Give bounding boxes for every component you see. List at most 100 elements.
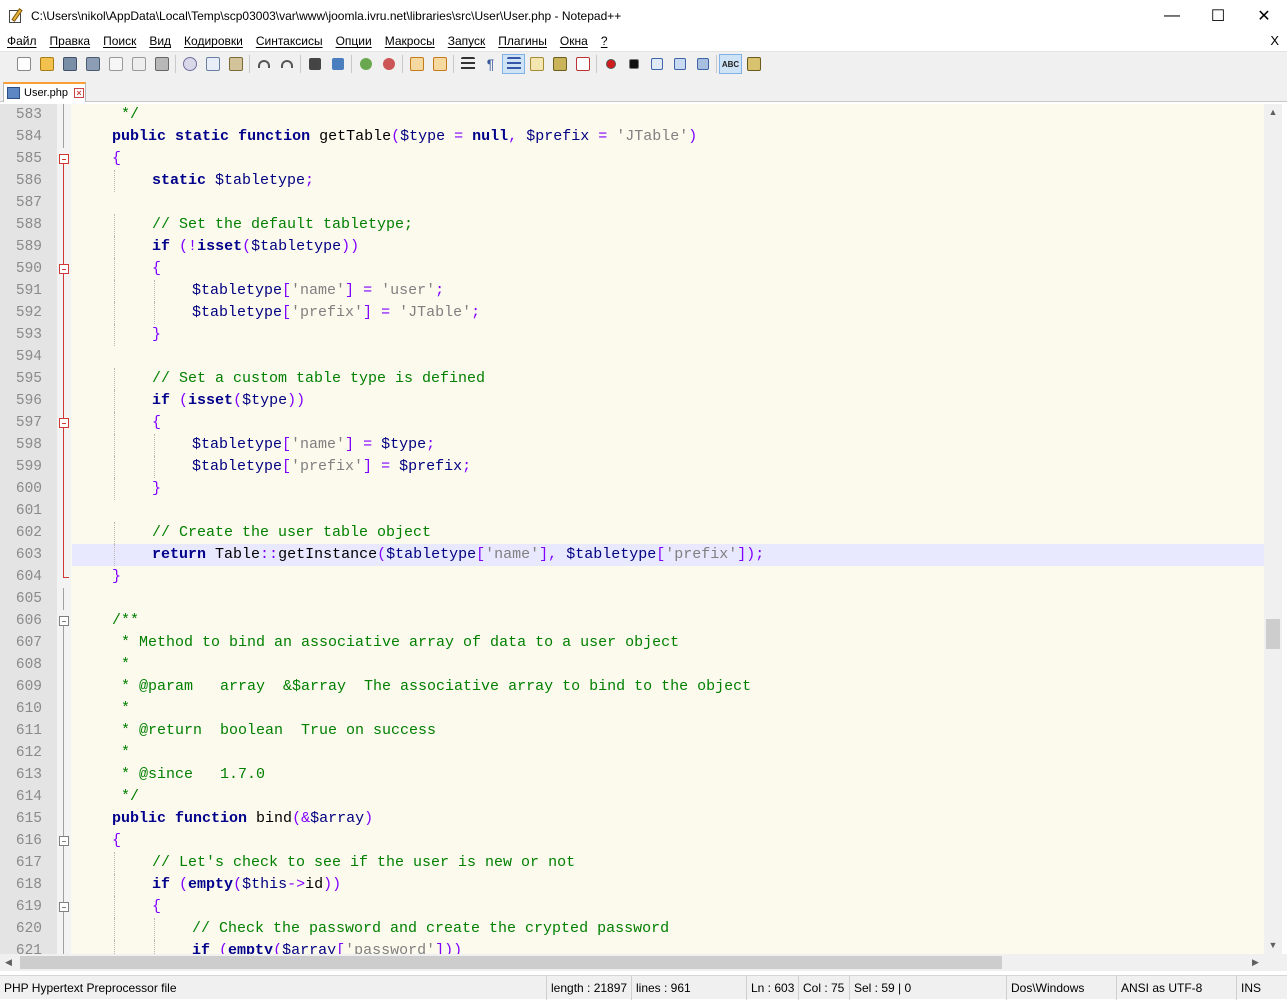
tab-close-icon[interactable]: × <box>74 88 85 98</box>
find-icon[interactable] <box>303 54 326 74</box>
save-macro-icon[interactable] <box>691 54 714 74</box>
menu-help[interactable]: ? <box>594 34 614 48</box>
code-line[interactable]: 592 $tabletype['prefix'] = 'JTable'; <box>0 302 1264 324</box>
menu-language[interactable]: Синтаксисы <box>249 34 329 48</box>
run-macro-multiple-icon[interactable] <box>668 54 691 74</box>
minimize-button[interactable]: — <box>1149 0 1195 31</box>
new-file-icon[interactable] <box>12 54 35 74</box>
redo-icon[interactable] <box>275 54 298 74</box>
code-line[interactable]: 597 { <box>0 412 1264 434</box>
sync-horizontal-icon[interactable] <box>428 54 451 74</box>
code-line[interactable]: 602 // Create the user table object <box>0 522 1264 544</box>
close-button[interactable]: ✕ <box>1241 0 1287 31</box>
code-line[interactable]: 595 // Set a custom table type is defined <box>0 368 1264 390</box>
code-line[interactable]: 599 $tabletype['prefix'] = $prefix; <box>0 456 1264 478</box>
close-document-button[interactable]: X <box>1270 33 1279 48</box>
stop-macro-icon[interactable] <box>622 54 645 74</box>
fold-toggle-icon[interactable] <box>58 610 70 632</box>
vertical-scroll-thumb[interactable] <box>1266 619 1280 649</box>
doc-map-icon[interactable] <box>525 54 548 74</box>
word-wrap-icon[interactable] <box>456 54 479 74</box>
code-line[interactable]: 613 * @since 1.7.0 <box>0 764 1264 786</box>
code-line[interactable]: 600} <box>0 478 1264 500</box>
scroll-down-icon[interactable]: ▼ <box>1264 937 1282 954</box>
folder-workspace-icon[interactable] <box>571 54 594 74</box>
code-line[interactable]: 588 // Set the default tabletype; <box>0 214 1264 236</box>
code-line[interactable]: 604} <box>0 566 1264 588</box>
fold-toggle-icon[interactable] <box>58 412 70 434</box>
status-eol[interactable]: Dos\Windows <box>1006 976 1116 1000</box>
code-line[interactable]: 617 // Let's check to see if the user is … <box>0 852 1264 874</box>
tab-user-php[interactable]: User.php × <box>3 82 86 102</box>
code-line[interactable]: 583 */ <box>0 104 1264 126</box>
save-all-icon[interactable] <box>81 54 104 74</box>
close-all-icon[interactable] <box>127 54 150 74</box>
code-line[interactable]: 615 public function bind(&$array) <box>0 808 1264 830</box>
code-line[interactable]: 591 $tabletype['name'] = 'user'; <box>0 280 1264 302</box>
code-line[interactable]: 616 { <box>0 830 1264 852</box>
replace-icon[interactable] <box>326 54 349 74</box>
close-icon[interactable] <box>104 54 127 74</box>
code-line[interactable]: 605 <box>0 588 1264 610</box>
code-line[interactable]: 619 { <box>0 896 1264 918</box>
code-line[interactable]: 612 * <box>0 742 1264 764</box>
open-file-icon[interactable] <box>35 54 58 74</box>
menu-settings[interactable]: Опции <box>329 34 378 48</box>
save-icon[interactable] <box>58 54 81 74</box>
copy-icon[interactable] <box>201 54 224 74</box>
code-line[interactable]: 598 $tabletype['name'] = $type; <box>0 434 1264 456</box>
code-line[interactable]: 601 <box>0 500 1264 522</box>
code-line[interactable]: 594 <box>0 346 1264 368</box>
code-line[interactable]: 585 { <box>0 148 1264 170</box>
menu-view[interactable]: Вид <box>142 34 177 48</box>
zoom-out-icon[interactable] <box>377 54 400 74</box>
scroll-up-icon[interactable]: ▲ <box>1264 104 1282 121</box>
menu-plugins[interactable]: Плагины <box>491 34 553 48</box>
code-line[interactable]: 589 if (!isset($tabletype)) <box>0 236 1264 258</box>
play-macro-icon[interactable] <box>645 54 668 74</box>
menu-macro[interactable]: Макросы <box>378 34 441 48</box>
code-line[interactable]: 614 */ <box>0 786 1264 808</box>
code-line[interactable]: 586 static $tabletype; <box>0 170 1264 192</box>
code-line[interactable]: 606 /** <box>0 610 1264 632</box>
horizontal-scrollbar[interactable]: ◀ ▶ <box>0 954 1264 971</box>
code-line[interactable]: 587 <box>0 192 1264 214</box>
status-encoding[interactable]: ANSI as UTF-8 <box>1116 976 1236 1000</box>
undo-icon[interactable] <box>252 54 275 74</box>
code-line[interactable]: 603 return Table::getInstance($tabletype[… <box>0 544 1264 566</box>
cut-icon[interactable] <box>178 54 201 74</box>
code-line[interactable]: 611 * @return boolean True on success <box>0 720 1264 742</box>
fold-toggle-icon[interactable] <box>58 148 70 170</box>
code-line[interactable]: 610 * <box>0 698 1264 720</box>
fold-toggle-icon[interactable] <box>58 896 70 918</box>
code-line[interactable]: 609 * @param array &$array The associati… <box>0 676 1264 698</box>
menu-search[interactable]: Поиск <box>96 34 142 48</box>
code-line[interactable]: 620 // Check the password and create the … <box>0 918 1264 940</box>
menu-run[interactable]: Запуск <box>441 34 492 48</box>
fold-toggle-icon[interactable] <box>58 830 70 852</box>
menu-file[interactable]: Файл <box>0 34 43 48</box>
show-all-chars-icon[interactable]: ¶ <box>479 54 502 74</box>
code-line[interactable]: 608 * <box>0 654 1264 676</box>
code-editor[interactable]: 583 */ 584 public static function getTable… <box>0 104 1264 954</box>
function-list-icon[interactable] <box>548 54 571 74</box>
record-macro-icon[interactable] <box>599 54 622 74</box>
scroll-right-icon[interactable]: ▶ <box>1247 954 1264 971</box>
paste-icon[interactable] <box>224 54 247 74</box>
menu-encoding[interactable]: Кодировки <box>177 34 249 48</box>
code-line[interactable]: 593} <box>0 324 1264 346</box>
vertical-scrollbar[interactable]: ▲ ▼ <box>1264 104 1282 954</box>
spell-check-icon[interactable]: ABC <box>719 54 742 74</box>
zoom-in-icon[interactable] <box>354 54 377 74</box>
horizontal-scroll-thumb[interactable] <box>20 956 1002 969</box>
code-line[interactable]: 590 { <box>0 258 1264 280</box>
code-line[interactable]: 618 if (empty($this->id)) <box>0 874 1264 896</box>
code-line[interactable]: 596 if (isset($type)) <box>0 390 1264 412</box>
spell-settings-icon[interactable] <box>742 54 765 74</box>
print-icon[interactable] <box>150 54 173 74</box>
code-line[interactable]: 607 * Method to bind an associative arra… <box>0 632 1264 654</box>
scroll-left-icon[interactable]: ◀ <box>0 954 17 971</box>
indent-guide-icon[interactable] <box>502 54 525 74</box>
menu-window[interactable]: Окна <box>553 34 594 48</box>
fold-toggle-icon[interactable] <box>58 258 70 280</box>
